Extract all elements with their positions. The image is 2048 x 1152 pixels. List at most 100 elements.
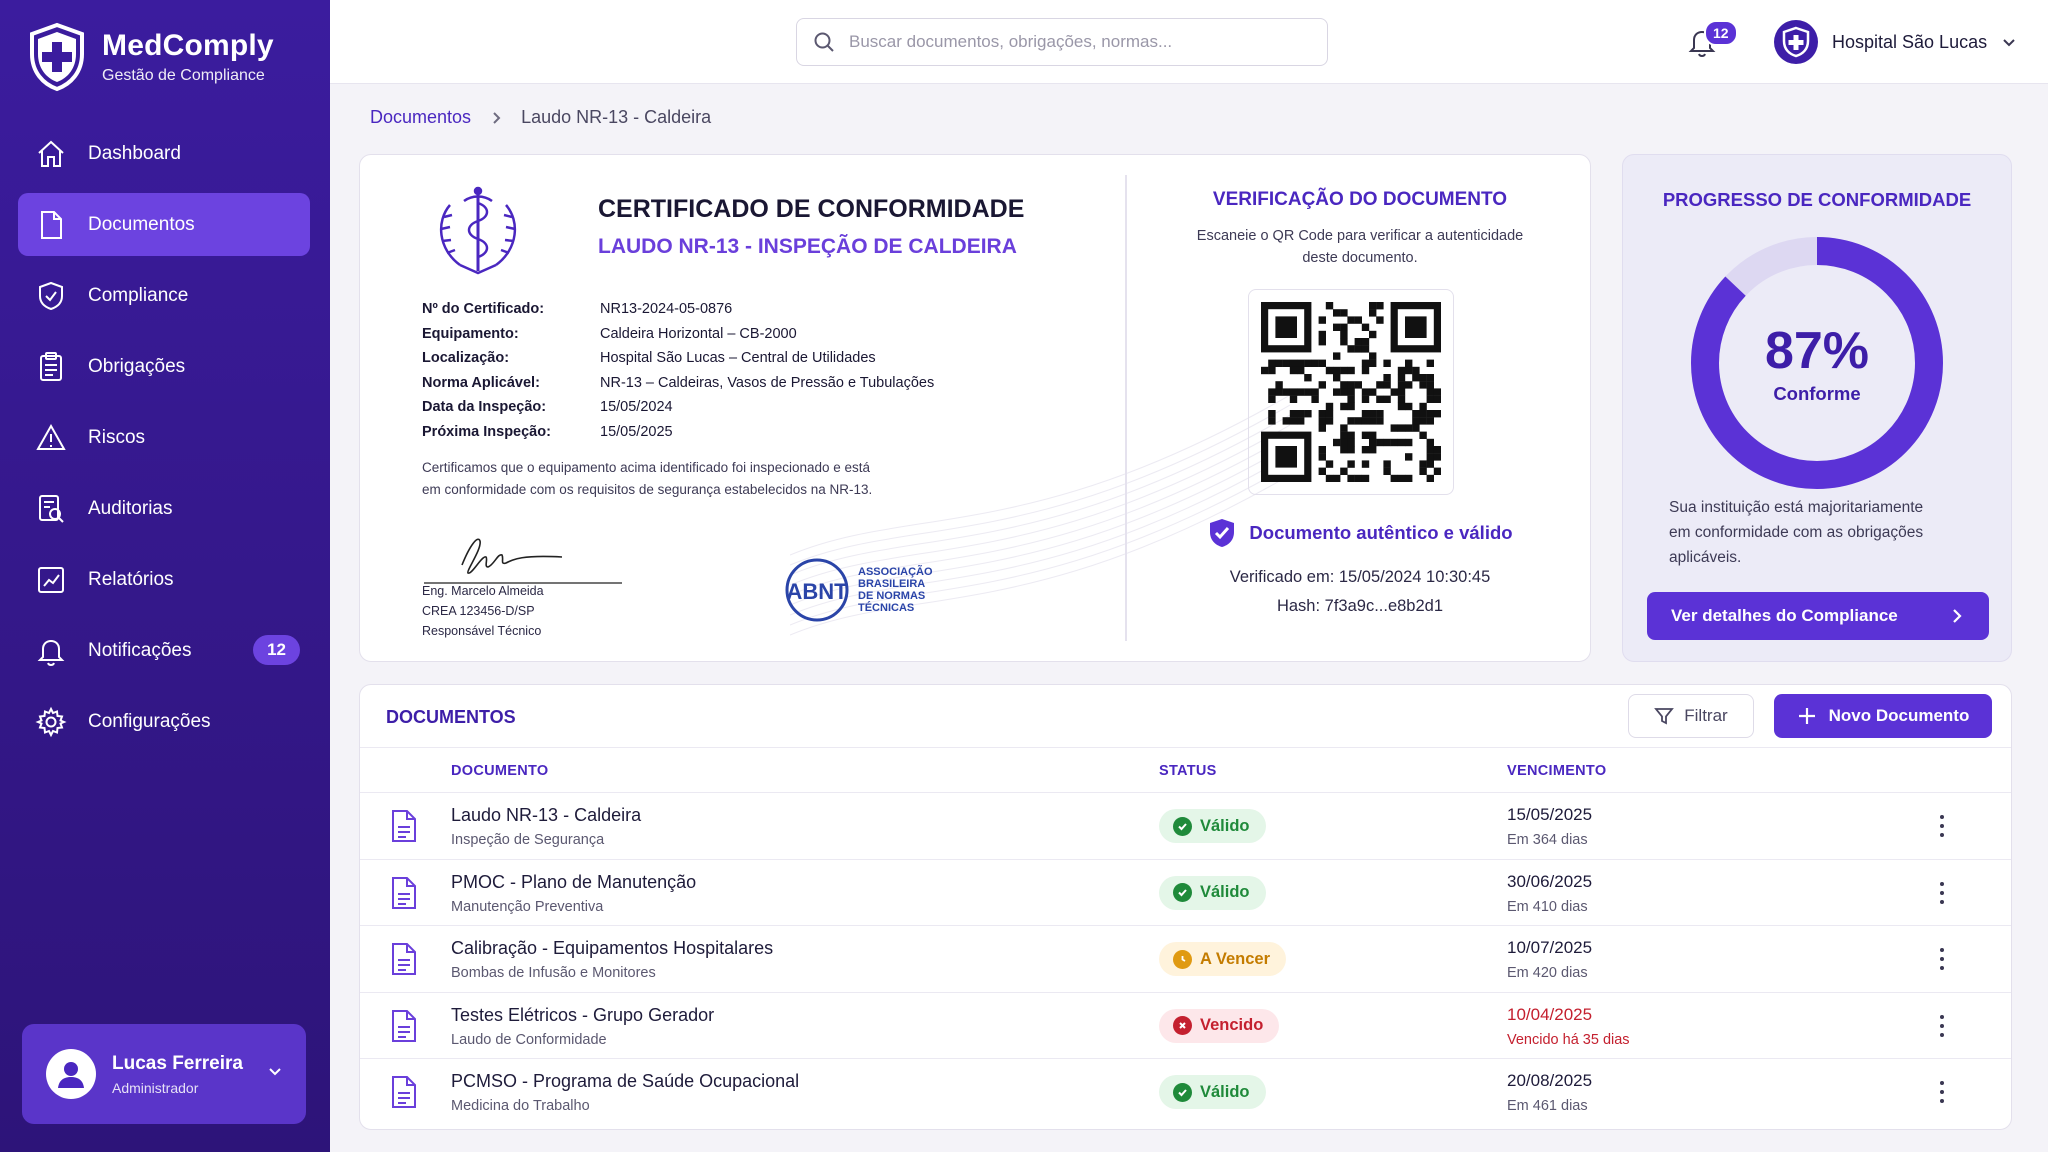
check-circle-icon (1173, 816, 1192, 836)
user-menu[interactable]: Lucas Ferreira Administrador (22, 1024, 306, 1124)
qr-module (1318, 381, 1326, 389)
filter-button[interactable]: Filtrar (1628, 694, 1754, 738)
search-icon (814, 32, 834, 52)
column-header-documento[interactable]: DOCUMENTO (451, 763, 549, 779)
field-value: Hospital São Lucas – Central de Utilidad… (600, 350, 876, 367)
chevron-down-icon[interactable] (266, 1062, 284, 1080)
search-input[interactable] (849, 32, 1289, 52)
qr-module (1361, 366, 1370, 375)
sidebar-item-label: Auditorias (88, 497, 173, 519)
chevron-right-icon (493, 111, 501, 124)
qr-module (1325, 474, 1334, 482)
qr-module (1354, 338, 1362, 346)
field-label: Data da Inspeção: (422, 399, 547, 416)
brand[interactable]: MedComply Gestão de Compliance (28, 22, 274, 92)
row-actions-menu-icon[interactable] (1930, 1013, 1954, 1039)
qr-module (1275, 381, 1283, 389)
abnt-line: DE NORMAS (858, 590, 926, 602)
verification-status-text: Documento autêntico e válido (1249, 522, 1513, 543)
statement-line: Certificamos que o equipamento acima ide… (422, 460, 871, 475)
sidebar-item-dashboard[interactable]: Dashboard (18, 122, 310, 185)
sidebar-item-compliance[interactable]: Compliance (18, 264, 310, 327)
qr-module (1405, 402, 1413, 411)
qr-module (1347, 417, 1355, 425)
document-file-icon (392, 1076, 416, 1108)
table-row[interactable]: Calibração - Equipamentos Hospitalares B… (360, 926, 2011, 993)
qr-module (1390, 474, 1398, 482)
sidebar-item-relatorios[interactable]: Relatórios (18, 548, 310, 611)
progress-desc-line: em conformidade com as obrigações (1669, 524, 1924, 541)
sidebar-item-configuracoes[interactable]: Configurações (18, 690, 310, 753)
qr-module (1304, 374, 1312, 382)
qr-module (1419, 431, 1427, 439)
table-row[interactable]: PCMSO - Programa de Saúde Ocupacional Me… (360, 1059, 2011, 1126)
qr-module (1412, 417, 1420, 425)
qr-module (1318, 316, 1326, 324)
qr-module (1340, 431, 1348, 439)
qr-module (1318, 424, 1326, 432)
qr-module (1383, 467, 1391, 475)
new-document-button[interactable]: Novo Documento (1774, 694, 1992, 738)
status-label: Válido (1200, 816, 1250, 835)
qr-module (1426, 460, 1434, 468)
qr-module (1412, 374, 1420, 382)
table-row[interactable]: Laudo NR-13 - Caldeira Inspeção de Segur… (360, 793, 2011, 860)
qr-module (1304, 388, 1312, 396)
qr-module (1376, 395, 1384, 403)
due-relative: Vencido há 35 dias (1507, 1031, 1630, 1048)
qr-module (1426, 417, 1434, 425)
breadcrumb-link-documentos[interactable]: Documentos (370, 107, 471, 128)
sidebar-item-obrigacoes[interactable]: Obrigações (18, 335, 310, 398)
row-actions-menu-icon[interactable] (1930, 1079, 1954, 1105)
table-row[interactable]: PMOC - Plano de Manutenção Manutenção Pr… (360, 860, 2011, 926)
qr-module (1419, 374, 1427, 382)
qr-module (1361, 431, 1370, 439)
chart-icon (34, 563, 68, 597)
statement-line: em conformidade com os requisitos de seg… (422, 482, 873, 497)
column-header-vencimento[interactable]: VENCIMENTO (1507, 763, 1606, 779)
qr-module (1325, 417, 1334, 425)
qr-module (1397, 381, 1406, 389)
breadcrumb: Documentos Laudo NR-13 - Caldeira (370, 107, 711, 128)
progress-percent: 87% (1764, 322, 1870, 380)
sidebar-item-auditorias[interactable]: Auditorias (18, 477, 310, 540)
sidebar-item-riscos[interactable]: Riscos (18, 406, 310, 469)
qr-code[interactable] (1248, 289, 1454, 495)
sidebar-item-documentos[interactable]: Documentos (18, 193, 310, 256)
qr-module (1297, 359, 1305, 367)
view-compliance-details-button[interactable]: Ver detalhes do Compliance (1647, 592, 1989, 640)
qr-module (1304, 359, 1312, 367)
sidebar: MedComply Gestão de Compliance Dashboard… (0, 0, 330, 1152)
qr-module (1347, 474, 1355, 482)
qr-module (1397, 438, 1406, 447)
qr-module (1340, 381, 1348, 389)
qr-module (1297, 366, 1305, 375)
row-actions-menu-icon[interactable] (1930, 813, 1954, 839)
search-box[interactable] (796, 18, 1328, 66)
sidebar-item-label: Compliance (88, 284, 189, 306)
signer-block: Eng. Marcelo Almeida CREA 123456-D/SP Re… (422, 581, 544, 641)
qr-module (1426, 395, 1434, 403)
qr-module (1369, 359, 1377, 367)
qr-module (1390, 388, 1398, 396)
due-relative: Em 420 dias (1507, 965, 1588, 981)
column-header-status[interactable]: STATUS (1159, 763, 1217, 779)
qr-finder-pattern (1275, 316, 1297, 338)
due-date: 20/08/2025 (1507, 1071, 1593, 1090)
row-actions-menu-icon[interactable] (1930, 880, 1954, 906)
qr-module (1433, 446, 1441, 454)
qr-module (1347, 460, 1355, 468)
certificate-field: Equipamento: Caldeira Horizontal – CB-200… (422, 322, 934, 347)
row-actions-menu-icon[interactable] (1930, 946, 1954, 972)
organization-selector[interactable]: Hospital São Lucas (1774, 20, 2017, 64)
table-row[interactable]: Testes Elétricos - Grupo Gerador Laudo d… (360, 993, 2011, 1059)
qr-module (1361, 395, 1370, 403)
sidebar-item-notificacoes[interactable]: Notificações 12 (18, 619, 310, 682)
shield-check-icon (1210, 519, 1235, 547)
qr-module (1304, 410, 1312, 418)
qr-module (1333, 474, 1341, 482)
certificate-field: Norma Aplicável: NR-13 – Caldeiras, Vasos… (422, 371, 934, 396)
documents-table-card: DOCUMENTOS Filtrar Novo Documento DOCUME… (359, 684, 2012, 1130)
signer-crea: CREA 123456-D/SP (422, 604, 535, 618)
qr-module (1383, 359, 1391, 367)
